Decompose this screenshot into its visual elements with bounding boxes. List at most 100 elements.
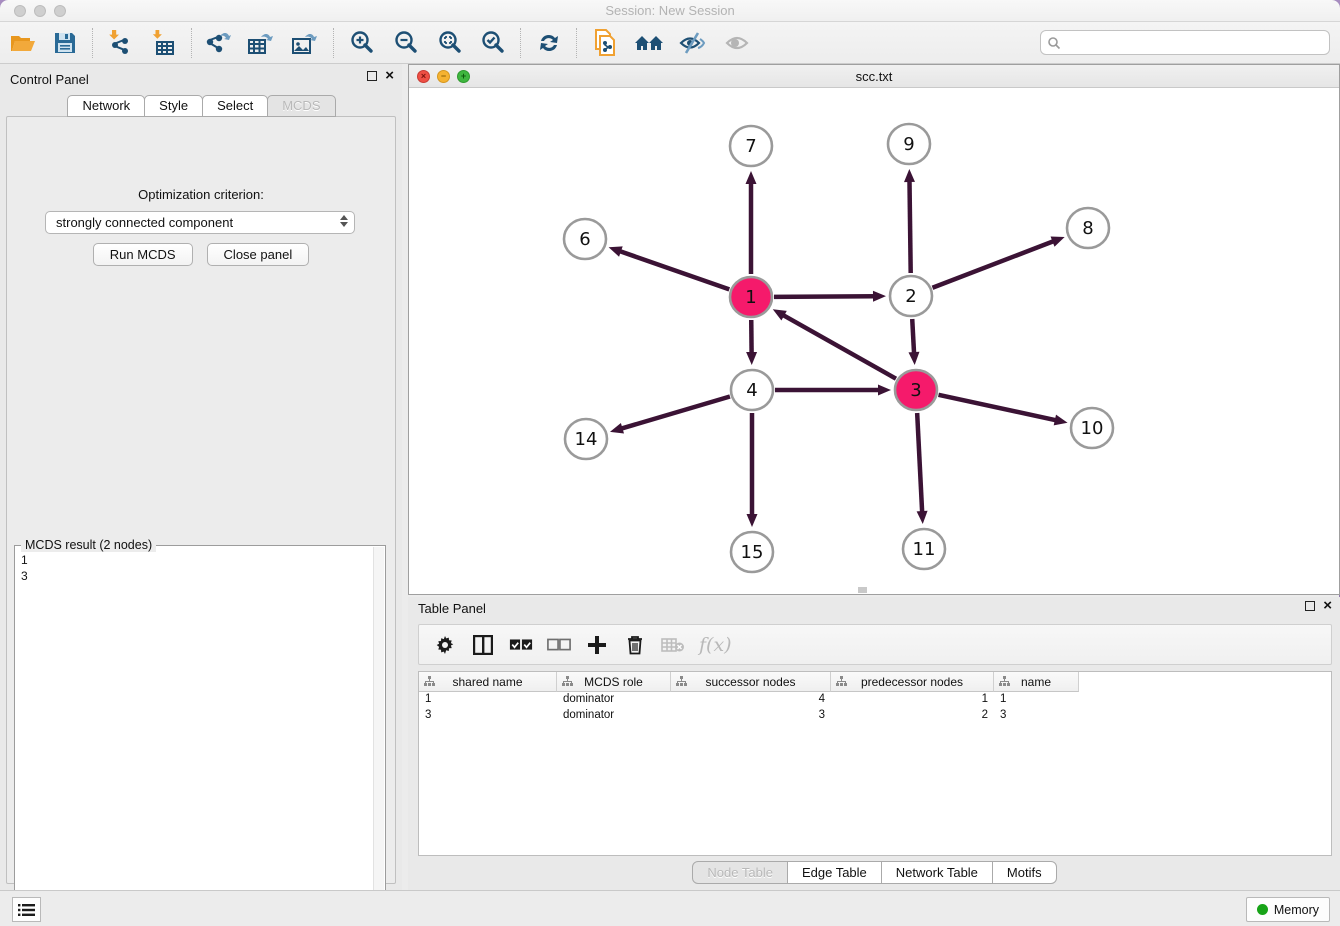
mcds-result-list[interactable]: 1 3 <box>21 552 28 584</box>
control-panel: Control Panel × NetworkStyleSelectMCDS O… <box>0 64 402 890</box>
toolbar-separator <box>191 28 192 58</box>
optimization-criterion-label: Optimization criterion: <box>7 187 395 202</box>
tab-network[interactable]: Network <box>67 95 145 117</box>
float-panel-icon[interactable] <box>1305 601 1315 611</box>
column-header-predecessor-nodes[interactable]: predecessor nodes <box>831 672 994 692</box>
delete-column-icon[interactable] <box>661 633 685 657</box>
deselect-all-icon[interactable] <box>547 633 571 657</box>
result-scrollbar[interactable] <box>373 547 384 925</box>
save-icon[interactable] <box>50 29 80 57</box>
float-panel-icon[interactable] <box>367 71 377 81</box>
select-stepper-icon <box>340 215 348 227</box>
toolbar-separator <box>520 28 521 58</box>
graph-node-9[interactable]: 9 <box>888 124 930 164</box>
import-table-icon[interactable] <box>150 29 180 57</box>
zoom-out-icon[interactable] <box>391 29 421 57</box>
tab-select[interactable]: Select <box>202 95 268 117</box>
export-network-icon[interactable] <box>202 29 232 57</box>
add-column-icon[interactable] <box>585 633 609 657</box>
graph-node-7[interactable]: 7 <box>730 126 772 166</box>
export-table-icon[interactable] <box>245 29 275 57</box>
zoom-in-icon[interactable] <box>347 29 377 57</box>
column-header-MCDS-role[interactable]: MCDS role <box>557 672 671 692</box>
tab-motifs[interactable]: Motifs <box>992 861 1057 884</box>
import-network-icon[interactable] <box>105 29 135 57</box>
select-all-icon[interactable] <box>509 633 533 657</box>
graph-node-4[interactable]: 4 <box>731 370 773 410</box>
close-panel-button[interactable]: Close panel <box>207 243 310 266</box>
delete-icon[interactable] <box>623 633 647 657</box>
column-browser-icon[interactable] <box>471 633 495 657</box>
column-header-name[interactable]: name <box>994 672 1079 692</box>
table-cell[interactable]: 1 <box>419 692 557 708</box>
criterion-value: strongly connected component <box>56 215 233 230</box>
clone-network-icon[interactable] <box>590 29 620 57</box>
zoom-fit-icon[interactable] <box>435 29 465 57</box>
function-builder-icon[interactable]: f(x) <box>699 634 732 656</box>
table-cell[interactable]: 4 <box>671 692 831 708</box>
arrowhead-icon <box>904 169 915 182</box>
close-panel-icon[interactable]: × <box>385 71 394 81</box>
table-cell[interactable]: dominator <box>557 708 671 724</box>
graph-node-14[interactable]: 14 <box>565 419 607 459</box>
graph-node-2[interactable]: 2 <box>890 276 932 316</box>
search-input[interactable] <box>1061 36 1329 50</box>
svg-text:3: 3 <box>910 380 921 401</box>
graph-node-1[interactable]: 1 <box>730 277 772 317</box>
table-cell[interactable]: 3 <box>671 708 831 724</box>
edge-3-11[interactable] <box>917 413 922 513</box>
close-panel-icon[interactable]: × <box>1323 601 1332 611</box>
toolbar-separator <box>333 28 334 58</box>
arrowhead-icon <box>873 291 886 302</box>
gear-icon[interactable] <box>433 633 457 657</box>
edge-2-9[interactable] <box>909 180 910 273</box>
table-tabs: Node TableEdge TableNetwork TableMotifs <box>408 861 1340 884</box>
tab-node-table[interactable]: Node Table <box>692 861 788 884</box>
canvas-scrollbar-thumb[interactable] <box>858 587 867 593</box>
network-canvas[interactable]: 7 9 6 8 1 2 4 3 14 10 15 11 <box>410 89 1339 594</box>
open-folder-icon[interactable] <box>8 29 38 57</box>
edge-2-3[interactable] <box>912 319 914 354</box>
column-header-shared-name[interactable]: shared name <box>419 672 557 692</box>
memory-button[interactable]: Memory <box>1246 897 1330 922</box>
refresh-layout-icon[interactable] <box>534 29 564 57</box>
graph-node-10[interactable]: 10 <box>1071 408 1113 448</box>
table-row[interactable]: 3dominator323 <box>419 708 1331 724</box>
tab-network-table[interactable]: Network Table <box>881 861 993 884</box>
table-row[interactable]: 1dominator411 <box>419 692 1331 708</box>
tab-edge-table[interactable]: Edge Table <box>787 861 882 884</box>
edge-3-1[interactable] <box>782 315 896 379</box>
first-neighbors-icon[interactable] <box>634 29 664 57</box>
mcds-panel: Optimization criterion: strongly connect… <box>6 116 396 884</box>
graph-node-6[interactable]: 6 <box>564 219 606 259</box>
task-history-button[interactable] <box>12 897 41 922</box>
criterion-select[interactable]: strongly connected component <box>45 211 355 234</box>
svg-text:10: 10 <box>1081 418 1104 439</box>
edge-1-2[interactable] <box>774 296 875 297</box>
graph-node-8[interactable]: 8 <box>1067 208 1109 248</box>
export-image-icon[interactable] <box>289 29 319 57</box>
table-cell[interactable]: dominator <box>557 692 671 708</box>
tab-style[interactable]: Style <box>144 95 203 117</box>
network-view-window: × − + scc.txt 7968124314101511 <box>408 64 1340 595</box>
graph-node-15[interactable]: 15 <box>731 532 773 572</box>
graph-node-3[interactable]: 3 <box>895 370 937 410</box>
run-mcds-button[interactable]: Run MCDS <box>93 243 193 266</box>
table-cell[interactable]: 2 <box>831 708 994 724</box>
table-cell[interactable]: 3 <box>994 708 1079 724</box>
edge-2-8[interactable] <box>932 241 1054 288</box>
table-cell[interactable]: 1 <box>831 692 994 708</box>
zoom-selected-icon[interactable] <box>478 29 508 57</box>
table-cell[interactable]: 3 <box>419 708 557 724</box>
search-box[interactable] <box>1040 30 1330 55</box>
hide-selected-icon[interactable] <box>677 29 707 57</box>
svg-text:7: 7 <box>745 136 756 157</box>
tab-mcds[interactable]: MCDS <box>267 95 335 117</box>
edge-4-14[interactable] <box>621 397 730 429</box>
column-header-successor-nodes[interactable]: successor nodes <box>671 672 831 692</box>
show-all-icon[interactable] <box>722 29 752 57</box>
table-cell[interactable]: 1 <box>994 692 1079 708</box>
graph-node-11[interactable]: 11 <box>903 529 945 569</box>
edge-3-10[interactable] <box>938 395 1056 421</box>
edge-1-6[interactable] <box>619 251 729 290</box>
